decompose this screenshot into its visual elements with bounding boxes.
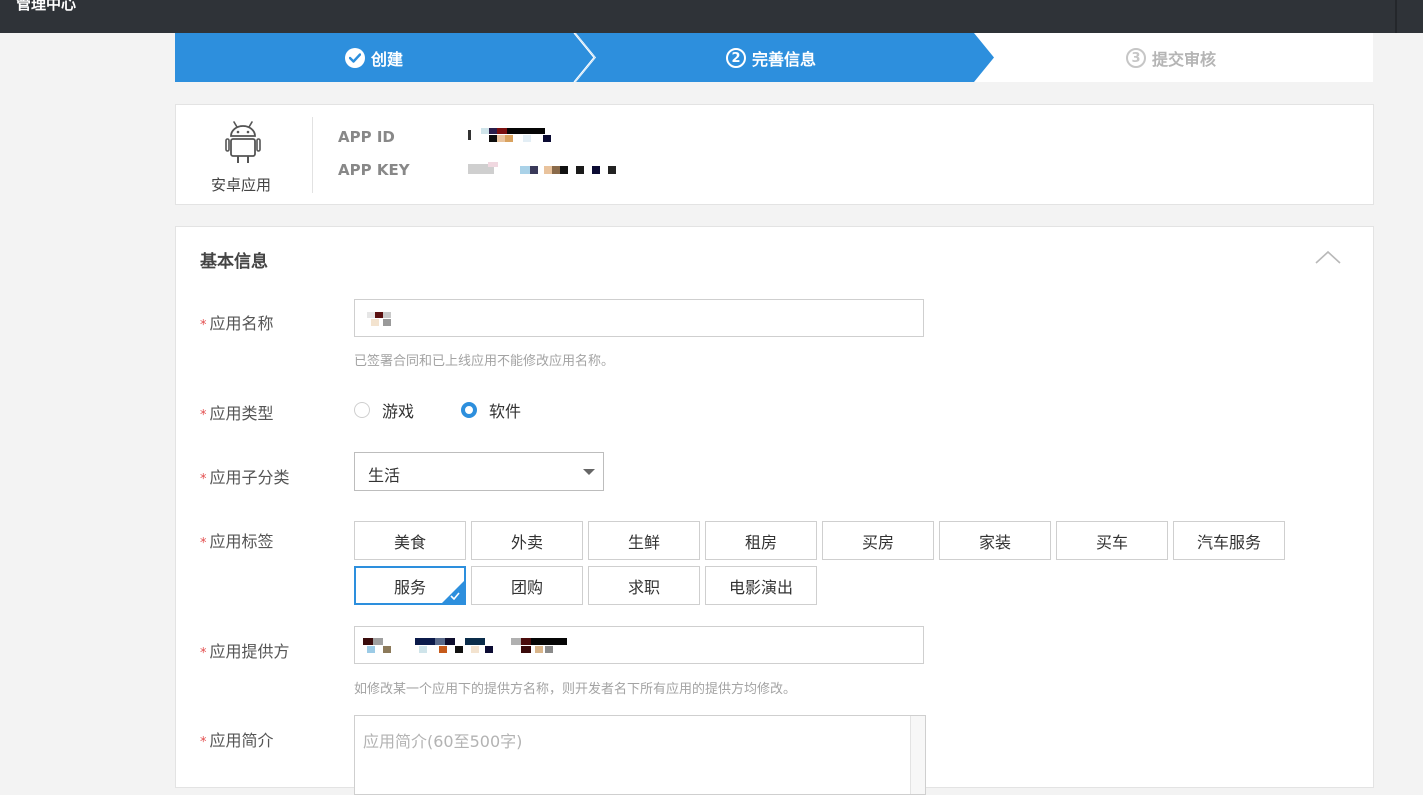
radio-software-label: 软件 bbox=[489, 402, 522, 421]
required-mark: * bbox=[200, 318, 207, 333]
step-number-2: 2 bbox=[726, 48, 746, 68]
radio-game[interactable]: 游戏 bbox=[354, 398, 414, 422]
step-create: 创建 bbox=[345, 46, 403, 70]
tag-buy-car[interactable]: 买车 bbox=[1056, 521, 1168, 560]
required-mark: * bbox=[200, 536, 207, 551]
basic-info-section: 基本信息 * 应用名称 已签署合同和已上线应用不能修改应用名称。 * 应用类型 游戏… bbox=[175, 226, 1374, 795]
check-icon bbox=[450, 592, 460, 600]
app-title: 管理中心 bbox=[16, 0, 77, 13]
app-name-label-text: 应用名称 bbox=[209, 314, 274, 333]
app-key-label: APP KEY bbox=[338, 161, 410, 179]
app-credentials-card: 安卓应用 APP ID APP KEY bbox=[175, 104, 1374, 205]
tag-jobs[interactable]: 求职 bbox=[588, 566, 700, 605]
tag-group-buy[interactable]: 团购 bbox=[471, 566, 583, 605]
provider-input[interactable] bbox=[354, 626, 924, 664]
check-icon bbox=[345, 48, 365, 68]
window-edge bbox=[1395, 0, 1397, 33]
subcategory-select[interactable]: 生活 bbox=[354, 452, 604, 491]
tag-rent[interactable]: 租房 bbox=[705, 521, 817, 560]
tag-takeout[interactable]: 外卖 bbox=[471, 521, 583, 560]
provider-label-text: 应用提供方 bbox=[209, 642, 290, 661]
step-complete-label: 完善信息 bbox=[752, 50, 817, 69]
tags-label: * 应用标签 bbox=[200, 528, 274, 552]
step-progress: 创建 2 完善信息 3 提交审核 bbox=[175, 33, 1373, 82]
app-type-label: 安卓应用 bbox=[211, 176, 272, 194]
tag-car-service[interactable]: 汽车服务 bbox=[1173, 521, 1285, 560]
intro-placeholder: 应用简介(60至500字) bbox=[363, 732, 523, 751]
required-mark: * bbox=[200, 472, 207, 487]
app-name-hint: 已签署合同和已上线应用不能修改应用名称。 bbox=[354, 354, 615, 369]
step-create-label: 创建 bbox=[371, 50, 404, 69]
app-type-label-text: 应用类型 bbox=[209, 404, 274, 423]
subcategory-value: 生活 bbox=[368, 466, 401, 485]
tag-service[interactable]: 服务 bbox=[354, 566, 466, 605]
intro-scrollbar[interactable] bbox=[910, 716, 925, 794]
radio-software-button[interactable] bbox=[461, 402, 477, 418]
provider-hint: 如修改某一个应用下的提供方名称，则开发者名下所有应用的提供方均修改。 bbox=[354, 682, 797, 697]
chevron-up-icon[interactable] bbox=[1314, 249, 1342, 265]
app-name-label: * 应用名称 bbox=[200, 310, 274, 334]
step-submit: 3 提交审核 bbox=[1126, 46, 1216, 70]
intro-label-text: 应用简介 bbox=[209, 731, 274, 750]
required-mark: * bbox=[200, 646, 207, 661]
tag-home-decor[interactable]: 家装 bbox=[939, 521, 1051, 560]
divider bbox=[312, 117, 313, 193]
app-name-input[interactable] bbox=[354, 299, 924, 337]
intro-label: * 应用简介 bbox=[200, 727, 274, 751]
tags-label-text: 应用标签 bbox=[209, 532, 274, 551]
step-complete-info: 2 完善信息 bbox=[726, 46, 816, 70]
tag-food[interactable]: 美食 bbox=[354, 521, 466, 560]
android-icon bbox=[225, 121, 261, 163]
tag-movies-shows[interactable]: 电影演出 bbox=[705, 566, 817, 605]
radio-game-button[interactable] bbox=[354, 402, 370, 418]
section-title: 基本信息 bbox=[200, 252, 268, 272]
subcategory-label: * 应用子分类 bbox=[200, 464, 290, 488]
provider-label: * 应用提供方 bbox=[200, 638, 290, 662]
app-type-field-label: * 应用类型 bbox=[200, 400, 274, 424]
app-id-label: APP ID bbox=[338, 128, 395, 146]
tag-fresh[interactable]: 生鲜 bbox=[588, 521, 700, 560]
chevron-down-icon bbox=[583, 469, 595, 475]
intro-textarea[interactable]: 应用简介(60至500字) bbox=[354, 715, 926, 795]
tag-buy-house[interactable]: 买房 bbox=[822, 521, 934, 560]
top-bar: 管理中心 bbox=[0, 0, 1423, 33]
step-submit-label: 提交审核 bbox=[1152, 50, 1217, 69]
step-number-3: 3 bbox=[1126, 48, 1146, 68]
step-separator bbox=[573, 33, 595, 82]
required-mark: * bbox=[200, 408, 207, 423]
tag-service-label: 服务 bbox=[393, 577, 426, 597]
radio-game-label: 游戏 bbox=[382, 402, 415, 421]
required-mark: * bbox=[200, 735, 207, 750]
subcategory-label-text: 应用子分类 bbox=[209, 468, 290, 487]
radio-software[interactable]: 软件 bbox=[461, 398, 521, 422]
